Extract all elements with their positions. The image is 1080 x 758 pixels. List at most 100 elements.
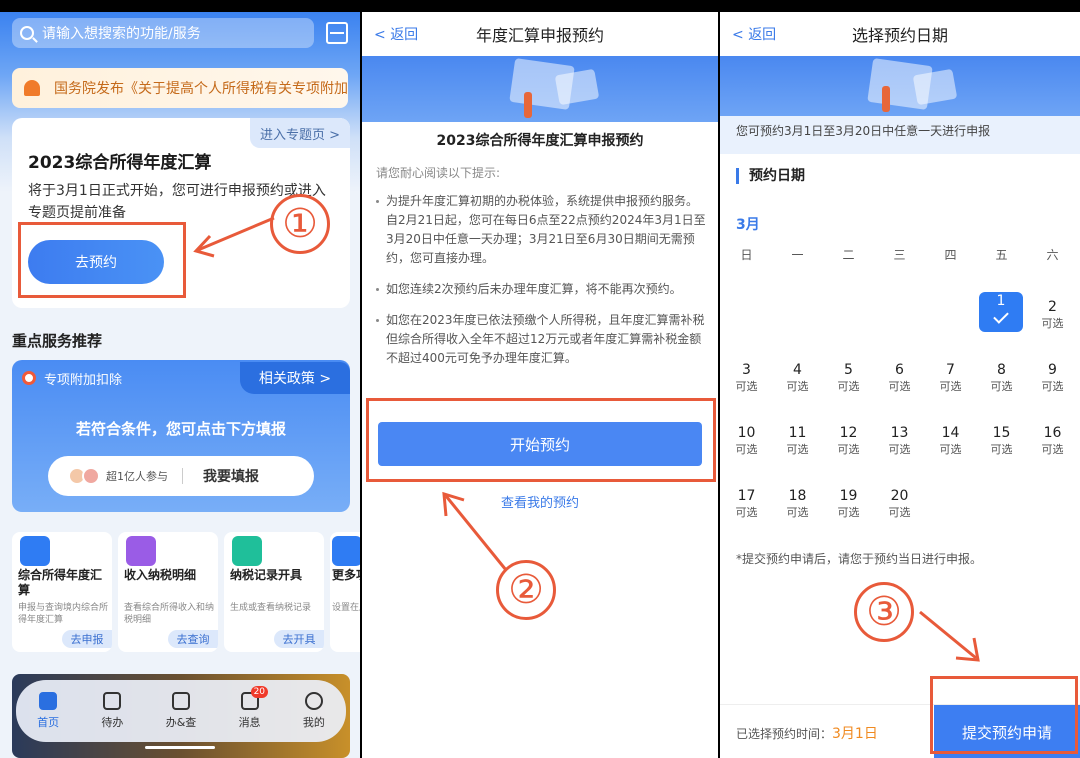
tab-home[interactable]: 首页 [37,692,59,730]
day-status: 可选 [939,443,962,456]
reservation-intro: 请您耐心阅读以下提示: [376,166,501,180]
day-number: 8 [997,362,1006,378]
divider [182,468,183,484]
service-grid: 综合所得年度汇算 申报与查询境内综合所得年度汇算 去申报 收入纳税明细 查看综合… [12,532,360,652]
service-annual-settlement[interactable]: 综合所得年度汇算 申报与查询境内综合所得年度汇算 去申报 [12,532,112,652]
chosen-label: 已选择预约时间： [736,727,833,741]
calendar-day-1[interactable]: 1 [979,292,1023,332]
tab-handle-query[interactable]: 办&查 [165,692,197,730]
calendar-day-4[interactable]: 4 可选 [772,361,823,411]
day-number: 16 [1043,425,1062,441]
calendar-day-10[interactable]: 10 可选 [721,424,772,474]
tab-mine[interactable]: 我的 [303,692,325,730]
deduction-tag-label: 专项附加扣除 [44,372,123,388]
day-status: 可选 [888,443,911,456]
annotation-1: ① [270,194,330,254]
calendar-day-16[interactable]: 16 可选 [1027,424,1078,474]
day-number: 10 [737,425,756,441]
section-title: 重点服务推荐 [12,332,103,350]
day-number: 1 [996,293,1006,309]
more-icon [332,536,360,566]
calendar-day-11[interactable]: 11 可选 [772,424,823,474]
day-status: 可选 [990,443,1013,456]
calendar-day-8[interactable]: 8 可选 [976,361,1027,411]
calendar-day-17[interactable]: 17 可选 [721,487,772,537]
scan-icon[interactable] [326,22,348,44]
day-status: 可选 [837,506,860,519]
day-status: 可选 [1041,380,1064,393]
day-number: 4 [793,362,802,378]
day-status: 可选 [735,443,758,456]
related-policy-button[interactable]: 相关政策 > [240,362,350,394]
special-deduction-card: 专项附加扣除 相关政策 > 若符合条件，您可点击下方填报 超1亿人参与 我要填报 [12,360,350,512]
reservation-intro-panel: < 返回 年度汇算申报预约 2023综合所得年度汇算申报预约 请您耐心阅读以下提… [362,12,718,758]
tab-messages[interactable]: 20 消息 [239,686,269,730]
calendar-day-7[interactable]: 7 可选 [925,361,976,411]
day-status: 可选 [735,380,758,393]
day-number: 17 [737,488,756,504]
calendar-day-3[interactable]: 3 可选 [721,361,772,411]
search-input[interactable]: 请输入想搜索的功能/服务 [12,18,314,48]
calendar-day-13[interactable]: 13 可选 [874,424,925,474]
day-number: 12 [839,425,858,441]
document-icon [554,68,600,106]
weekday-label: 五 [995,248,1008,262]
chosen-value: 3月1日 [832,726,878,742]
avatar-group [68,467,100,485]
fill-in-button[interactable]: 我要填报 [203,466,259,486]
back-button[interactable]: < 返回 [374,24,418,44]
day-status: 可选 [735,506,758,519]
fill-in-pill[interactable]: 超1亿人参与 我要填报 [48,456,314,496]
home-icon [39,692,58,710]
tip-item: 如您在2023年度已依法预缴个人所得税，且年度汇算需补税但综合所得收入全年不超过… [374,311,706,368]
calendar-day-19[interactable]: 19 可选 [823,487,874,537]
weekday-label: 日 [740,248,753,262]
day-status: 可选 [786,506,809,519]
calendar-day-5[interactable]: 5 可选 [823,361,874,411]
day-number: 11 [788,425,807,441]
income-detail-icon [126,536,156,566]
day-number: 20 [890,488,909,504]
tab-label: 待办 [101,716,124,729]
calendar-day-12[interactable]: 12 可选 [823,424,874,474]
service-income-detail[interactable]: 收入纳税明细 查看综合所得收入和纳税明细 去查询 [118,532,218,652]
service-tax-record[interactable]: 纳税记录开具 生成或查看纳税记录 去开具 [224,532,324,652]
nav-bar: < 返回 年度汇算申报预约 [362,12,718,56]
weekday-label: 三 [893,248,906,262]
avatar [82,467,100,485]
chosen-date: 已选择预约时间：3月1日 [736,723,878,743]
bottom-tab-bar: 首页 待办 办&查 20 消息 我的 [16,680,346,742]
day-status: 可选 [837,380,860,393]
notice-bar[interactable]: 国务院发布《关于提高个人所得税有关专项附加 [12,68,348,108]
calendar-day-2[interactable]: 2 可选 [1027,298,1078,348]
document-icon [912,68,958,106]
back-button[interactable]: < 返回 [732,24,776,44]
calendar-day-6[interactable]: 6 可选 [874,361,925,411]
calendar-day-15[interactable]: 15 可选 [976,424,1027,474]
tab-label: 办&查 [165,716,197,729]
calendar-day-18[interactable]: 18 可选 [772,487,823,537]
day-number: 15 [992,425,1011,441]
back-label: 返回 [390,27,419,43]
service-action[interactable]: 去申报 [62,630,112,648]
topic-page-link[interactable]: 进入专题页 > [250,118,350,148]
service-more[interactable]: 更多功 设置在用功能 [330,532,360,652]
tab-label: 首页 [37,716,60,729]
tab-todo[interactable]: 待办 [101,692,123,730]
weekday-label: 一 [791,248,804,262]
notice-text: 国务院发布《关于提高个人所得税有关专项附加 [54,81,348,97]
calendar-day-20[interactable]: 20 可选 [874,487,925,537]
arrow-icon [919,610,980,662]
person-icon [882,86,890,112]
annual-settlement-icon [20,536,50,566]
my-reservation-link[interactable]: 查看我的预约 [362,492,718,511]
calendar-day-14[interactable]: 14 可选 [925,424,976,474]
promo-text: 若符合条件，您可点击下方填报 [75,420,286,438]
weekday-label: 六 [1046,248,1059,262]
day-number: 5 [844,362,853,378]
tab-label: 我的 [302,716,325,729]
service-action[interactable]: 去查询 [168,630,218,648]
calendar-day-9[interactable]: 9 可选 [1027,361,1078,411]
service-action[interactable]: 去开具 [274,630,324,648]
handle-icon [171,692,190,710]
